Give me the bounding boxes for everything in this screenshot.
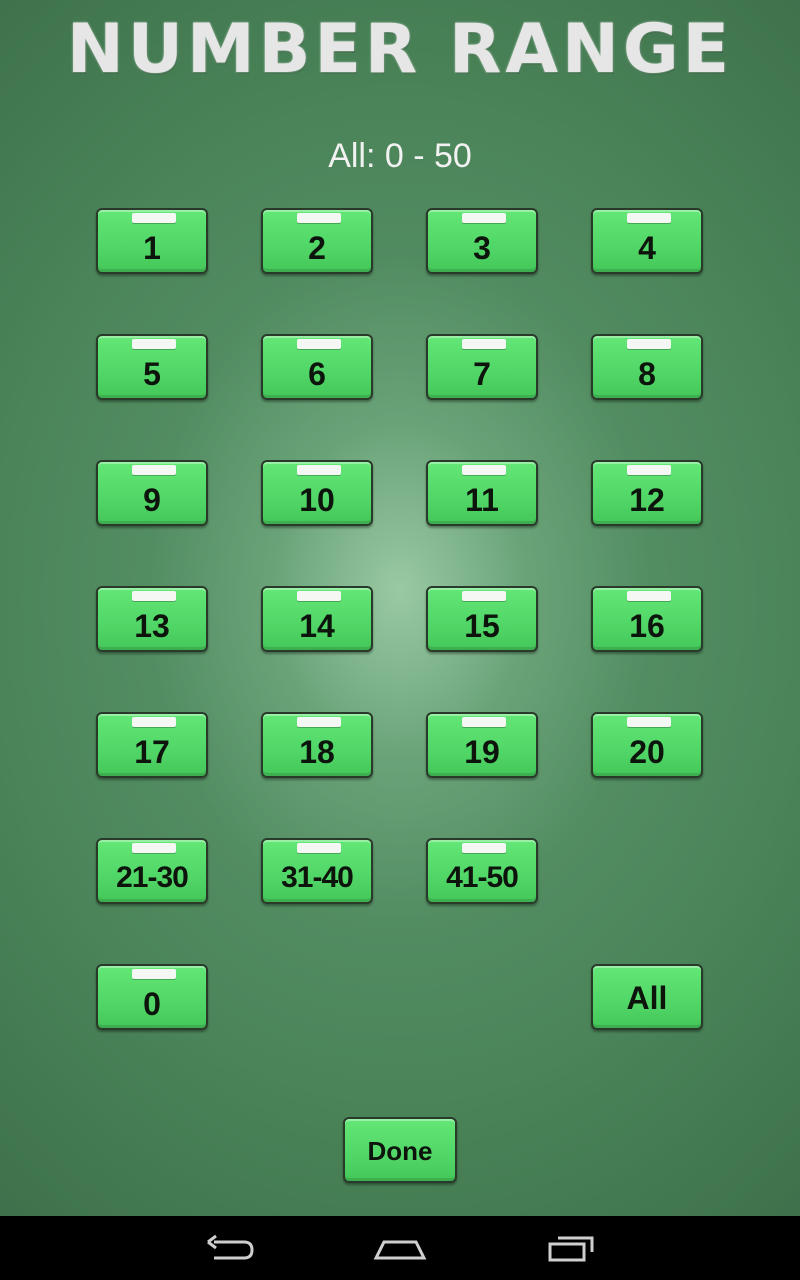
button-tab xyxy=(462,339,506,349)
back-icon[interactable] xyxy=(200,1232,260,1264)
button-tab xyxy=(462,843,506,853)
number-button-17[interactable]: 17 xyxy=(96,712,208,778)
button-label: 10 xyxy=(299,482,335,518)
button-tab xyxy=(132,591,176,601)
number-button-15[interactable]: 15 xyxy=(426,586,538,652)
button-label: 16 xyxy=(629,608,665,644)
button-label: 41-50 xyxy=(446,861,519,894)
button-tab xyxy=(627,717,671,727)
button-tab xyxy=(297,465,341,475)
button-tab xyxy=(297,339,341,349)
button-label: 8 xyxy=(638,356,656,392)
button-label: 9 xyxy=(143,482,161,518)
number-button-11[interactable]: 11 xyxy=(426,460,538,526)
number-button-20[interactable]: 20 xyxy=(591,712,703,778)
chalkboard-background: NUMBER RANGE All: 0 - 50 1 2 3 4 5 6 7 8… xyxy=(0,0,800,1216)
range-button-31-40[interactable]: 31-40 xyxy=(261,838,373,904)
button-label: 3 xyxy=(473,230,491,266)
number-button-1[interactable]: 1 xyxy=(96,208,208,274)
button-tab xyxy=(462,213,506,223)
done-button[interactable]: Done xyxy=(343,1117,457,1183)
button-label: 20 xyxy=(629,734,665,770)
all-button[interactable]: All xyxy=(591,964,703,1030)
number-button-19[interactable]: 19 xyxy=(426,712,538,778)
button-label: 7 xyxy=(473,356,491,392)
button-tab xyxy=(297,591,341,601)
button-tab xyxy=(297,213,341,223)
number-button-9[interactable]: 9 xyxy=(96,460,208,526)
button-tab xyxy=(132,339,176,349)
button-tab xyxy=(132,969,176,979)
recent-apps-icon[interactable] xyxy=(542,1232,602,1264)
button-tab xyxy=(132,465,176,475)
home-icon[interactable] xyxy=(370,1232,430,1264)
button-label: 14 xyxy=(299,608,335,644)
button-tab xyxy=(297,717,341,727)
button-label: 1 xyxy=(143,230,161,266)
number-button-18[interactable]: 18 xyxy=(261,712,373,778)
number-button-13[interactable]: 13 xyxy=(96,586,208,652)
button-tab xyxy=(297,843,341,853)
button-label: 18 xyxy=(299,734,335,770)
button-tab xyxy=(627,465,671,475)
button-tab xyxy=(462,591,506,601)
button-label: 13 xyxy=(134,608,170,644)
number-button-7[interactable]: 7 xyxy=(426,334,538,400)
button-label: 4 xyxy=(638,230,656,266)
range-button-21-30[interactable]: 21-30 xyxy=(96,838,208,904)
button-label: 5 xyxy=(143,356,161,392)
page-title: NUMBER RANGE xyxy=(66,10,734,89)
number-button-0[interactable]: 0 xyxy=(96,964,208,1030)
number-button-16[interactable]: 16 xyxy=(591,586,703,652)
number-button-14[interactable]: 14 xyxy=(261,586,373,652)
button-label: Done xyxy=(367,1136,433,1166)
button-label: All xyxy=(626,980,668,1016)
button-label: 19 xyxy=(464,734,500,770)
button-tab xyxy=(462,465,506,475)
button-label: 31-40 xyxy=(281,861,354,894)
button-tab xyxy=(627,213,671,223)
button-label: 15 xyxy=(464,608,500,644)
number-button-8[interactable]: 8 xyxy=(591,334,703,400)
button-label: 11 xyxy=(465,482,499,518)
button-label: 0 xyxy=(143,986,161,1022)
button-tab xyxy=(132,213,176,223)
button-label: 17 xyxy=(134,734,170,770)
number-button-2[interactable]: 2 xyxy=(261,208,373,274)
number-button-3[interactable]: 3 xyxy=(426,208,538,274)
button-label: 6 xyxy=(308,356,326,392)
number-button-12[interactable]: 12 xyxy=(591,460,703,526)
number-button-4[interactable]: 4 xyxy=(591,208,703,274)
button-label: 12 xyxy=(629,482,665,518)
system-navigation-bar xyxy=(0,1216,800,1280)
button-tab xyxy=(132,717,176,727)
app-screen: NUMBER RANGE All: 0 - 50 1 2 3 4 5 6 7 8… xyxy=(0,0,800,1280)
button-label: 21-30 xyxy=(116,861,189,894)
selected-range-label: All: 0 - 50 xyxy=(328,137,472,175)
number-button-5[interactable]: 5 xyxy=(96,334,208,400)
button-label: 2 xyxy=(308,230,326,266)
number-button-6[interactable]: 6 xyxy=(261,334,373,400)
range-button-41-50[interactable]: 41-50 xyxy=(426,838,538,904)
button-tab xyxy=(462,717,506,727)
number-button-10[interactable]: 10 xyxy=(261,460,373,526)
button-tab xyxy=(627,591,671,601)
button-tab xyxy=(132,843,176,853)
button-tab xyxy=(627,339,671,349)
